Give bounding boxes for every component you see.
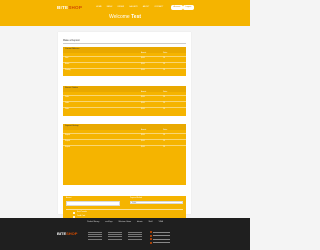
row-label: Bonus [65, 64, 70, 65]
option-label: Bank Transfer [77, 212, 87, 213]
footer-links [88, 232, 102, 241]
row-label: Total [65, 58, 69, 59]
option-label: Credit Card [77, 216, 86, 217]
deposit-history-card: Deposit History Amount Status Deposit $0… [63, 124, 186, 185]
contact-item [150, 241, 171, 244]
row-label: Order [65, 97, 69, 98]
option-radio[interactable] [73, 212, 75, 214]
footer-logo[interactable]: BITESHOP [57, 231, 77, 236]
footer: Perfect Money ecoPayz Western Union bitc… [0, 218, 250, 250]
footer-links [108, 232, 122, 241]
header: BITESHOP HOME MENU ORDER GALLERY ABOUT C… [0, 0, 250, 26]
nav-item-about[interactable]: ABOUT [143, 6, 150, 8]
welcome-heading: Welcome Test [108, 14, 142, 20]
card-header: Deposit History [63, 124, 186, 130]
nav-item-home[interactable]: HOME [96, 6, 102, 8]
orders-card: Recent Orders Amount Status Order $0.00 … [63, 86, 186, 116]
row-label: Deposit [65, 141, 71, 142]
phone-icon [150, 234, 152, 237]
card-columns: Amount Status [141, 130, 186, 131]
row-amount: $0.00 [141, 64, 145, 65]
partner-logo: Western Union [118, 220, 132, 223]
contact-item [150, 238, 171, 240]
row-label: Deposit [65, 135, 71, 136]
row-status: OK [163, 109, 166, 110]
partner-logo: VISA [158, 220, 163, 223]
row-status: OK [163, 135, 166, 136]
contact-item [150, 234, 171, 237]
partner-logo: Skrill [148, 220, 153, 223]
column-header: Amount [141, 130, 147, 131]
row-amount: $0.00 [141, 109, 145, 110]
column-header: Status [163, 130, 168, 131]
row-label: Pending [65, 70, 71, 71]
row-status: OK [163, 141, 166, 142]
partner-logo: Perfect Money [87, 220, 100, 223]
row-status: OK [163, 70, 166, 71]
card-title: Recent Orders [65, 87, 79, 90]
main-nav: HOME MENU ORDER GALLERY ABOUT CONTACT [96, 6, 163, 8]
column-header: Status [163, 53, 168, 54]
card-header: Recent Orders [63, 86, 186, 92]
column-header: Status [163, 92, 168, 93]
logout-button[interactable]: Logout [183, 4, 194, 10]
nav-item-menu[interactable]: MENU [107, 6, 113, 8]
row-amount: $0.00 [141, 135, 145, 136]
card-header: Current Balance [63, 47, 186, 53]
row-status: OK [163, 97, 166, 98]
method-label: Payment Method [130, 198, 143, 199]
column-header: Amount [141, 53, 147, 54]
row-status: OK [163, 147, 166, 148]
nav-item-order[interactable]: ORDER [117, 6, 124, 8]
nav-item-contact[interactable]: CONTACT [154, 6, 163, 8]
row-amount: $0.00 [141, 141, 145, 142]
amount-input[interactable] [66, 201, 120, 206]
row-status: OK [163, 103, 166, 104]
row-status: OK [163, 64, 166, 65]
nav-item-gallery[interactable]: GALLERY [129, 6, 138, 8]
card-columns: Amount Status [141, 53, 186, 54]
card-title: Current Balance [65, 48, 80, 51]
payment-partners: Perfect Money ecoPayz Western Union bitc… [0, 221, 250, 223]
row-status: OK [163, 58, 166, 59]
partner-logo: ecoPayz [105, 220, 113, 223]
account-button[interactable]: Account [171, 4, 183, 10]
card-title: Deposit History [65, 125, 79, 128]
card-columns: Amount Status [141, 92, 186, 93]
row-label: Order [65, 109, 69, 110]
row-amount: $0.00 [141, 147, 145, 148]
partner-logo: bitcoin [137, 220, 143, 223]
footer-contact [150, 231, 171, 245]
amount-label: Amount [66, 198, 72, 199]
row-amount: $0.00 [141, 103, 145, 104]
main-panel: Make a Deposit Current Balance Amount St… [58, 32, 191, 242]
row-amount: $0.00 [141, 97, 145, 98]
row-label: Deposit [65, 147, 71, 148]
balance-card: Current Balance Amount Status Total $0.0… [63, 47, 186, 76]
mail-icon [150, 238, 152, 240]
location-icon [150, 231, 152, 233]
welcome-username: Test [131, 14, 142, 20]
clock-icon [150, 241, 152, 244]
column-header: Amount [141, 92, 147, 93]
contact-item [150, 231, 171, 233]
footer-links [128, 232, 142, 241]
brand-logo[interactable]: BITESHOP [57, 5, 82, 10]
payment-method-select[interactable]: Select [130, 201, 183, 204]
row-label: Order [65, 103, 69, 104]
row-amount: $0.00 [141, 70, 145, 71]
row-amount: $0.00 [141, 58, 145, 59]
